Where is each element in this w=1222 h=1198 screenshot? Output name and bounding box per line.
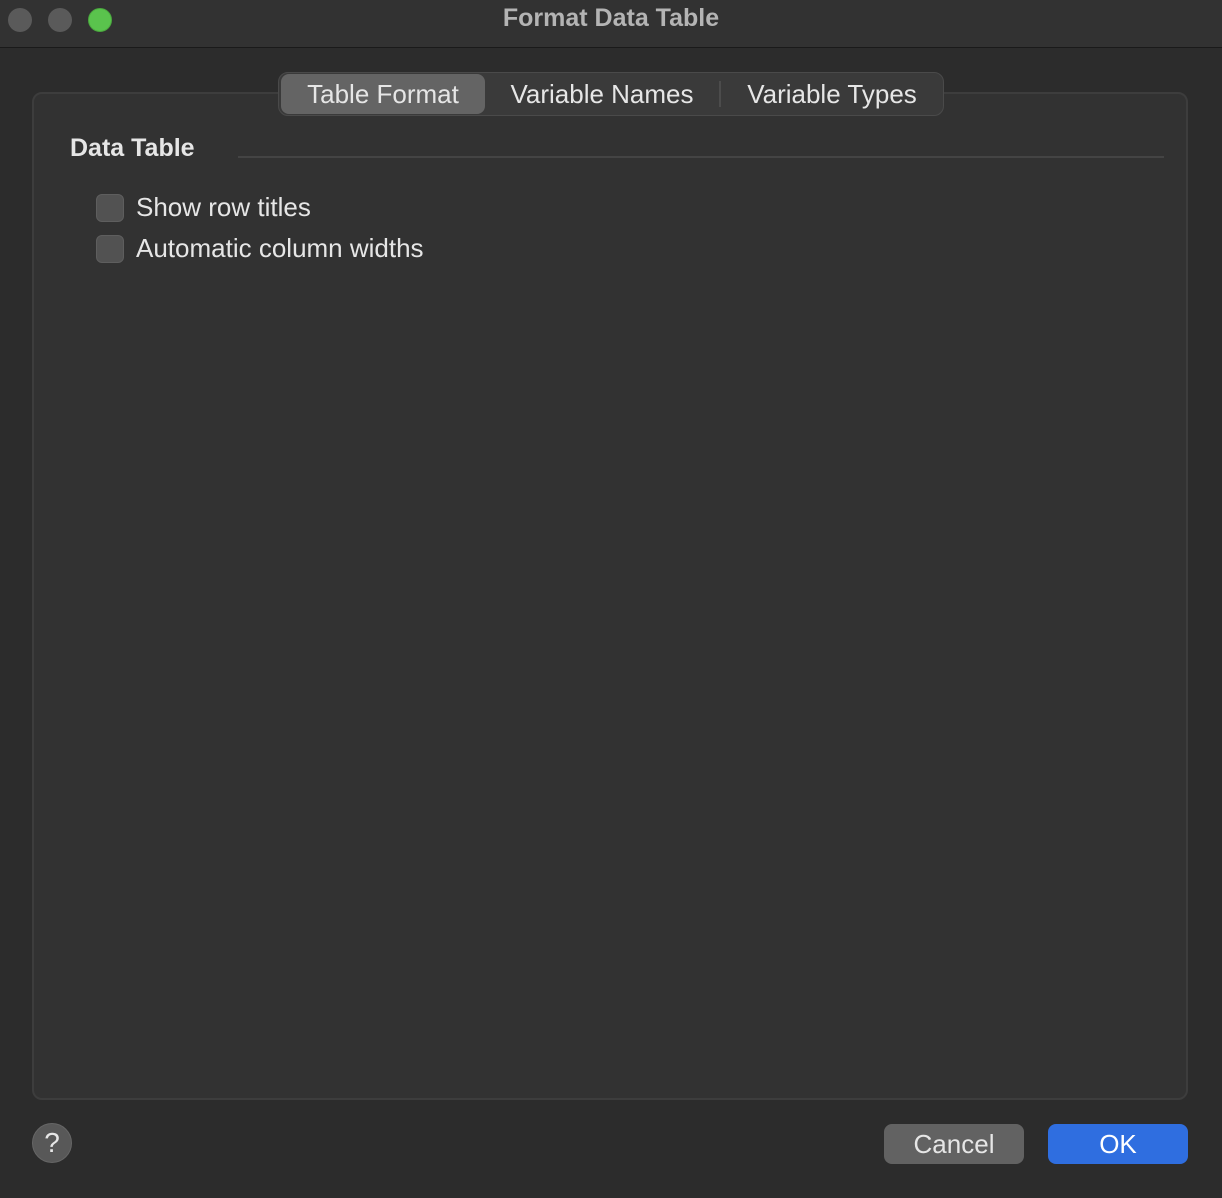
title-bar: Format Data Table — [0, 0, 1222, 48]
cancel-button[interactable]: Cancel — [884, 1124, 1024, 1164]
automatic-column-widths-option[interactable]: Automatic column widths — [96, 233, 424, 264]
window-title: Format Data Table — [502, 4, 720, 32]
show-row-titles-checkbox[interactable] — [96, 193, 124, 222]
ok-button[interactable]: OK — [1048, 1124, 1188, 1164]
show-row-titles-label[interactable]: Show row titles — [136, 192, 311, 223]
tab-table-format[interactable]: Table Format — [281, 74, 485, 114]
tab-variable-names[interactable]: Variable Names — [485, 74, 719, 114]
show-row-titles-option[interactable]: Show row titles — [96, 192, 311, 223]
section-title: Data Table — [70, 134, 195, 162]
automatic-column-widths-label[interactable]: Automatic column widths — [136, 233, 424, 264]
dialog-window: Format Data Table Table Format Variable … — [0, 0, 1222, 1198]
tab-bar: Table Format Variable Names Variable Typ… — [278, 72, 944, 116]
tab-variable-types[interactable]: Variable Types — [721, 74, 943, 114]
automatic-column-widths-checkbox[interactable] — [96, 234, 124, 263]
section-divider — [238, 156, 1164, 158]
help-button[interactable]: ? — [32, 1123, 72, 1163]
